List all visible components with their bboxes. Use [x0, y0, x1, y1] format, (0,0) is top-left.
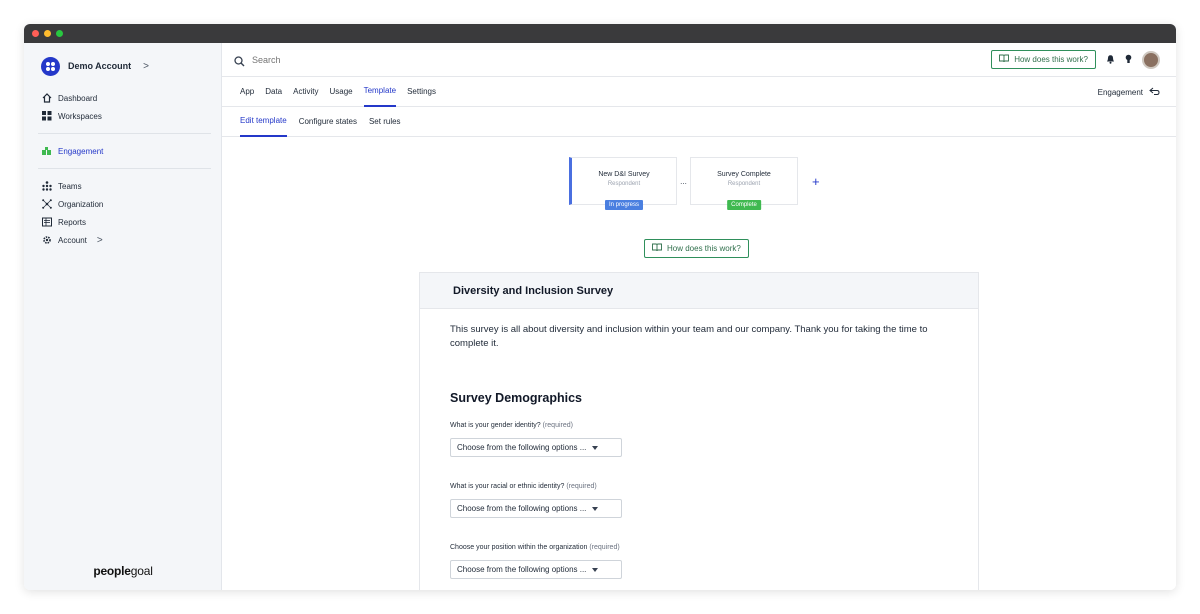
book-icon	[999, 54, 1010, 65]
chevron-right-icon: >	[143, 60, 150, 72]
top-right-actions: How does this work?	[991, 50, 1160, 69]
state-connector: ...	[680, 176, 687, 186]
sidebar-item-engagement[interactable]: Engagement	[41, 142, 221, 160]
sidebar-item-organization[interactable]: Organization	[41, 195, 221, 213]
lightbulb-icon[interactable]	[1125, 51, 1132, 69]
tab-app[interactable]: App	[240, 77, 254, 107]
select-value: Choose from the following options ...	[457, 443, 587, 452]
return-arrow-icon	[1149, 87, 1160, 98]
tab-usage[interactable]: Usage	[329, 77, 352, 107]
app-window: Demo Account > Dashboard Workspaces Enga…	[24, 24, 1176, 590]
tab-data[interactable]: Data	[265, 77, 282, 107]
workflow-state-card[interactable]: Survey Complete Respondent Complete	[690, 157, 798, 210]
question-label: What is your racial or ethnic identity? …	[450, 483, 597, 490]
workflow-states: New D&I Survey Respondent In progress ..…	[569, 157, 820, 210]
main-tabs: App Data Activity Usage Template Setting…	[222, 77, 1176, 107]
teams-icon	[41, 181, 52, 192]
back-to-engagement-link[interactable]: Engagement	[1098, 77, 1160, 107]
subtab-configure-states[interactable]: Configure states	[299, 107, 357, 137]
book-icon	[652, 243, 662, 254]
sidebar-item-teams[interactable]: Teams	[41, 177, 221, 195]
sidebar-item-label: Engagement	[58, 146, 104, 156]
sidebar-item-label: Organization	[58, 199, 104, 209]
tab-activity[interactable]: Activity	[293, 77, 318, 107]
account-switcher[interactable]: Demo Account >	[24, 43, 221, 89]
add-state-button[interactable]: +	[812, 174, 820, 189]
chevron-right-icon: >	[96, 234, 103, 246]
user-avatar[interactable]	[1142, 50, 1160, 69]
sidebar-item-label: Workspaces	[58, 111, 102, 121]
state-title: New D&I Survey	[598, 171, 650, 178]
sub-tabs: Edit template Configure states Set rules	[222, 107, 1176, 137]
ethnic-identity-select[interactable]: Choose from the following options ...	[450, 499, 622, 518]
sidebar-item-label: Dashboard	[58, 93, 98, 103]
tab-settings[interactable]: Settings	[407, 77, 436, 107]
how-does-this-work-button[interactable]: How does this work?	[991, 50, 1096, 69]
sidebar-divider	[38, 168, 211, 169]
search-icon	[234, 54, 246, 66]
window-titlebar	[24, 24, 1176, 43]
sidebar: Demo Account > Dashboard Workspaces Enga…	[24, 43, 222, 590]
form-title: Diversity and Inclusion Survey	[420, 273, 978, 309]
gender-identity-select[interactable]: Choose from the following options ...	[450, 438, 622, 457]
state-subtitle: Respondent	[727, 181, 761, 187]
select-value: Choose from the following options ...	[457, 504, 587, 513]
status-badge: Complete	[727, 200, 761, 210]
sidebar-nav: Dashboard Workspaces	[24, 89, 221, 125]
organization-icon	[41, 199, 52, 210]
home-icon	[41, 93, 52, 104]
minimize-window-button[interactable]	[44, 30, 51, 37]
grid-icon	[41, 111, 52, 122]
caret-down-icon	[592, 443, 599, 452]
question-label: Choose your position within the organiza…	[450, 544, 620, 551]
sidebar-item-label: Teams	[58, 181, 82, 191]
how-does-this-work-label: How does this work?	[667, 244, 741, 253]
reports-icon	[41, 217, 52, 228]
main-content: How does this work? App Data Activity Us…	[222, 43, 1176, 590]
status-badge: In progress	[604, 200, 644, 210]
account-logo-icon	[41, 56, 60, 76]
state-subtitle: Respondent	[607, 181, 641, 187]
sidebar-item-label: Reports	[58, 217, 87, 227]
bell-icon[interactable]	[1106, 51, 1115, 69]
sidebar-item-label: Account	[58, 235, 87, 245]
how-does-this-work-label: How does this work?	[1014, 55, 1088, 64]
form-intro: This survey is all about diversity and i…	[450, 324, 928, 349]
top-bar: How does this work?	[222, 43, 1176, 77]
caret-down-icon	[592, 565, 599, 574]
engagement-link-label: Engagement	[1097, 87, 1143, 97]
search-input[interactable]	[252, 54, 452, 65]
workflow-state-card[interactable]: New D&I Survey Respondent In progress	[569, 157, 677, 210]
gear-icon	[41, 235, 52, 246]
survey-form: Diversity and Inclusion Survey This surv…	[419, 272, 979, 590]
caret-down-icon	[592, 504, 599, 513]
tab-template[interactable]: Template	[363, 77, 397, 107]
peoplegoal-logo: peoplegoal	[93, 564, 153, 578]
maximize-window-button[interactable]	[56, 30, 63, 37]
sidebar-item-workspaces[interactable]: Workspaces	[41, 107, 221, 125]
question-label: What is your gender identity? (required)	[450, 422, 573, 429]
close-window-button[interactable]	[32, 30, 39, 37]
form-body: This survey is all about diversity and i…	[420, 309, 978, 579]
sidebar-divider	[38, 133, 211, 134]
puzzle-icon	[41, 146, 52, 157]
account-name: Demo Account	[68, 61, 132, 71]
sidebar-item-dashboard[interactable]: Dashboard	[41, 89, 221, 107]
subtab-edit-template[interactable]: Edit template	[240, 107, 287, 137]
subtab-set-rules[interactable]: Set rules	[369, 107, 401, 137]
section-heading: Survey Demographics	[450, 391, 582, 405]
how-does-this-work-button[interactable]: How does this work?	[644, 239, 749, 258]
position-select[interactable]: Choose from the following options ...	[450, 560, 622, 579]
state-title: Survey Complete	[717, 171, 771, 178]
sidebar-item-account[interactable]: Account >	[41, 231, 221, 249]
select-value: Choose from the following options ...	[457, 565, 587, 574]
sidebar-item-reports[interactable]: Reports	[41, 213, 221, 231]
